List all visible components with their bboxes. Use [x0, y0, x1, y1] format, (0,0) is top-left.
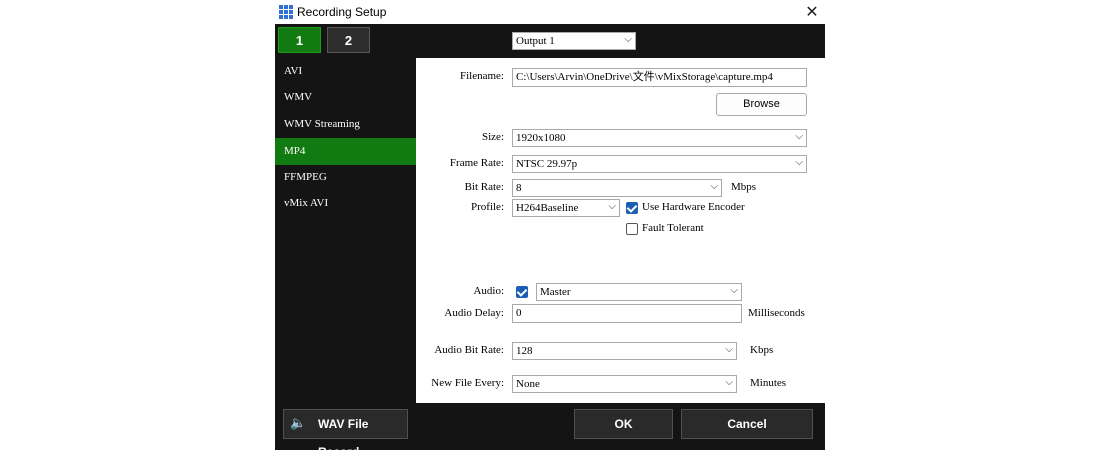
sidebar-item-ffmpeg[interactable]: FFMPEG	[275, 164, 416, 191]
frame-rate-label: Frame Rate:	[449, 157, 504, 169]
bit-rate-select[interactable]: 8 ⌵	[512, 179, 722, 197]
sidebar-item-wmv[interactable]: WMV	[275, 84, 416, 111]
chevron-down-icon: ⌵	[710, 181, 718, 192]
title-bar: Recording Setup ✕	[275, 0, 825, 24]
sidebar-item-mp4[interactable]: MP4	[275, 138, 416, 165]
profile-select[interactable]: H264Baseline ⌵	[512, 199, 620, 217]
output-select-value: Output 1	[516, 35, 555, 47]
sidebar-item-wmv-streaming[interactable]: WMV Streaming	[275, 111, 416, 138]
audio-delay-label: Audio Delay:	[444, 307, 504, 319]
frame-rate-select[interactable]: NTSC 29.97p ⌵	[512, 155, 807, 173]
audio-checkbox[interactable]	[516, 286, 528, 298]
audio-bit-rate-label: Audio Bit Rate:	[434, 344, 504, 356]
bit-rate-label: Bit Rate:	[464, 181, 504, 193]
filename-field[interactable]: C:\Users\Arvin\OneDrive\文件\vMixStorage\c…	[512, 68, 807, 87]
new-file-every-select[interactable]: None ⌵	[512, 375, 737, 393]
wav-file-record-button[interactable]: 🔈 WAV File Record	[283, 409, 408, 459]
bit-rate-select-value: 8	[516, 182, 522, 194]
audio-label: Audio:	[473, 285, 504, 297]
window-title: Recording Setup	[297, 5, 387, 19]
audio-source-select[interactable]: Master ⌵	[536, 283, 742, 301]
tab-1[interactable]: 1	[278, 27, 321, 53]
hardware-encoder-label: Use Hardware Encoder	[642, 201, 745, 213]
filename-label: Filename:	[460, 70, 504, 82]
audio-source-value: Master	[540, 286, 571, 298]
new-file-every-unit: Minutes	[750, 377, 787, 389]
sidebar-item-avi[interactable]: AVI	[275, 58, 416, 85]
chevron-down-icon: ⌵	[725, 377, 733, 388]
profile-label: Profile:	[471, 201, 504, 213]
audio-bit-rate-unit: Kbps	[750, 344, 774, 356]
output-select[interactable]: Output 1 ⌵	[512, 32, 636, 50]
wav-file-record-label: WAV File Record	[318, 417, 369, 459]
audio-bit-rate-value: 128	[516, 345, 533, 357]
speaker-icon: 🔈	[290, 416, 307, 431]
frame-rate-select-value: NTSC 29.97p	[516, 158, 578, 170]
size-select[interactable]: 1920x1080 ⌵	[512, 129, 807, 147]
browse-button[interactable]: Browse	[716, 93, 807, 116]
format-sidebar: AVI WMV WMV Streaming MP4 FFMPEG vMix AV…	[275, 58, 416, 403]
close-icon[interactable]: ✕	[799, 0, 825, 24]
chevron-down-icon: ⌵	[730, 285, 738, 296]
profile-select-value: H264Baseline	[516, 202, 579, 214]
cancel-button[interactable]: Cancel	[681, 409, 813, 439]
new-file-every-value: None	[516, 378, 540, 390]
size-select-value: 1920x1080	[516, 132, 566, 144]
chevron-down-icon: ⌵	[795, 157, 803, 168]
bit-rate-unit: Mbps	[731, 181, 757, 193]
vmix-app-icon	[279, 5, 293, 19]
chevron-down-icon: ⌵	[725, 344, 733, 355]
sidebar-item-vmix-avi[interactable]: vMix AVI	[275, 190, 416, 217]
new-file-every-label: New File Every:	[431, 377, 504, 389]
chevron-down-icon: ⌵	[795, 131, 803, 142]
size-label: Size:	[482, 131, 504, 143]
audio-bit-rate-select[interactable]: 128 ⌵	[512, 342, 737, 360]
tab-2[interactable]: 2	[327, 27, 370, 53]
fault-tolerant-checkbox[interactable]	[626, 223, 638, 235]
chevron-down-icon: ⌵	[624, 34, 632, 45]
chevron-down-icon: ⌵	[608, 201, 616, 212]
fault-tolerant-label: Fault Tolerant	[642, 222, 704, 234]
ok-button[interactable]: OK	[574, 409, 673, 439]
mp4-settings-panel: Filename: C:\Users\Arvin\OneDrive\文件\vMi…	[416, 58, 825, 403]
audio-delay-unit: Milliseconds	[748, 307, 805, 319]
hardware-encoder-checkbox[interactable]	[626, 202, 638, 214]
audio-delay-field[interactable]: 0	[512, 304, 742, 323]
recording-setup-window: Recording Setup ✕ 1 2 Output 1 ⌵ AVI WMV…	[275, 0, 825, 459]
